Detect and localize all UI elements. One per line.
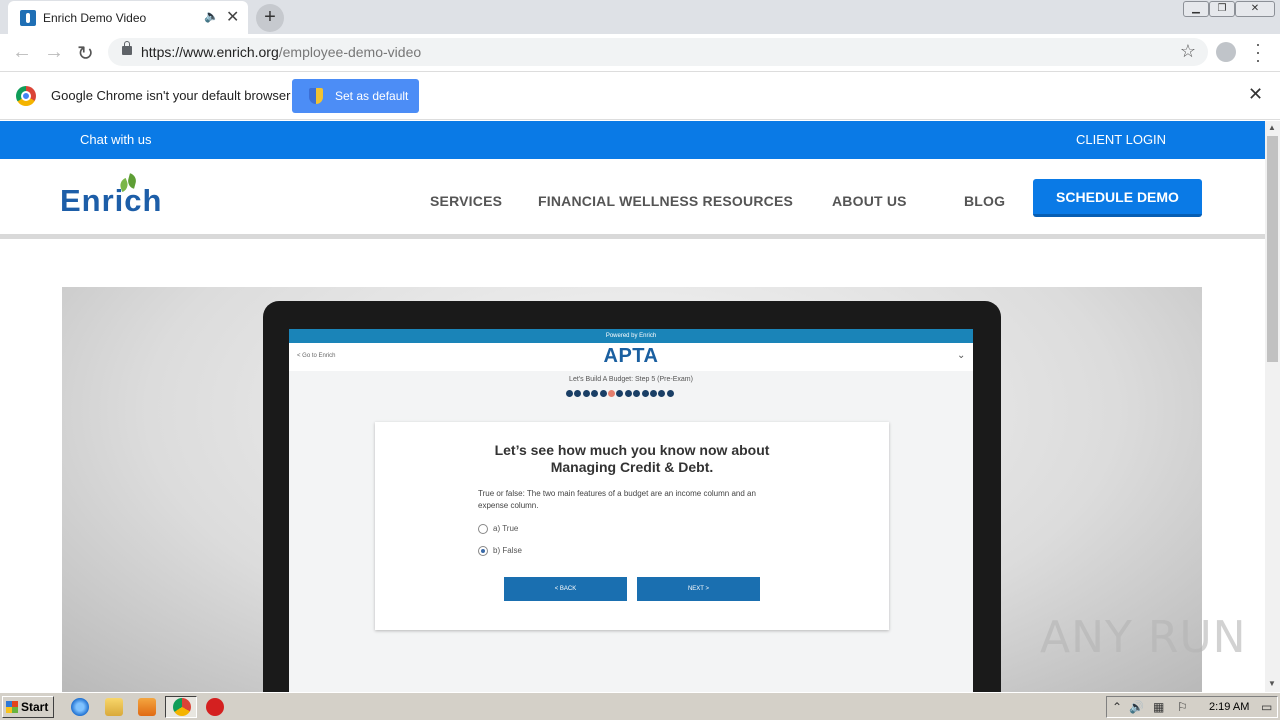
back-arrow-icon[interactable]: ← xyxy=(12,41,32,64)
progress-dot-active xyxy=(607,390,615,397)
chat-link[interactable]: Chat with us xyxy=(80,132,152,147)
action-center-flag-icon[interactable]: ⚐ xyxy=(1177,700,1188,714)
nav-blog[interactable]: BLOG xyxy=(964,193,1005,209)
windows-taskbar: Start ⌃ 🔊 ▦ ⚐ 2:19 AM ▭ xyxy=(0,692,1280,720)
shield-icon xyxy=(309,88,323,104)
step-label: Let's Build A Budget: Step 5 (Pre-Exam) xyxy=(569,376,693,383)
opera-stop-icon[interactable] xyxy=(206,698,224,716)
media-player-icon[interactable] xyxy=(138,698,156,716)
nav-about-us[interactable]: ABOUT US xyxy=(832,193,907,209)
internet-explorer-icon[interactable] xyxy=(71,698,89,716)
quiz-heading: Let’s see how much you know now about Man… xyxy=(375,442,889,476)
chrome-logo-icon xyxy=(16,86,36,106)
infobar-close-icon[interactable]: ✕ xyxy=(1248,84,1263,105)
scroll-down-icon[interactable]: ▼ xyxy=(1268,679,1276,688)
show-desktop-icon[interactable]: ▭ xyxy=(1261,700,1272,714)
bookmark-star-icon[interactable]: ☆ xyxy=(1180,41,1196,62)
demo-video[interactable]: Powered by Enrich < Go to Enrich APTA ⌄ … xyxy=(62,287,1202,692)
option-true: a) True xyxy=(478,524,518,534)
profile-avatar-icon[interactable] xyxy=(1216,42,1236,62)
quiz-card: Let’s see how much you know now about Man… xyxy=(375,422,889,630)
progress-dot xyxy=(666,390,674,397)
schedule-demo-button[interactable]: SCHEDULE DEMO xyxy=(1033,179,1202,217)
progress-dot xyxy=(574,390,582,397)
nav-financial-wellness-resources[interactable]: FINANCIAL WELLNESS RESOURCES xyxy=(538,193,793,209)
taskbar-chrome-button[interactable] xyxy=(165,696,197,718)
clock-time[interactable]: 2:19 AM xyxy=(1209,701,1249,713)
windows-flag-icon xyxy=(6,701,18,713)
menu-dots-icon[interactable]: · · · xyxy=(1254,35,1262,69)
speaker-icon[interactable]: 🔈 xyxy=(204,9,219,23)
url-text[interactable]: https://www.enrich.org/employee-demo-vid… xyxy=(141,44,421,60)
file-explorer-icon[interactable] xyxy=(105,698,123,716)
address-bar[interactable]: https://www.enrich.org/employee-demo-vid… xyxy=(108,38,1208,66)
scroll-up-icon[interactable]: ▲ xyxy=(1268,123,1276,132)
site-header: Enrich SERVICES FINANCIAL WELLNESS RESOU… xyxy=(0,159,1265,239)
start-button[interactable]: Start xyxy=(2,696,54,718)
laptop-screen: Powered by Enrich < Go to Enrich APTA ⌄ … xyxy=(289,329,973,692)
browser-tab[interactable]: Enrich Demo Video 🔈 ✕ xyxy=(8,1,248,34)
laptop-frame: Powered by Enrich < Go to Enrich APTA ⌄ … xyxy=(263,301,1001,692)
default-browser-infobar: Google Chrome isn't your default browser… xyxy=(0,72,1280,120)
chrome-icon xyxy=(173,698,191,716)
tab-title: Enrich Demo Video xyxy=(43,11,147,25)
option-true-label: a) True xyxy=(493,524,519,534)
browser-toolbar: ← → ↻ https://www.enrich.org/employee-de… xyxy=(0,34,1280,72)
set-default-label: Set as default xyxy=(335,89,409,103)
enrich-favicon-icon xyxy=(20,10,36,26)
progress-dot xyxy=(566,390,573,397)
apta-logo: APTA xyxy=(603,345,659,367)
progress-dot xyxy=(624,390,632,397)
option-false-label: b) False xyxy=(493,546,522,556)
system-tray: ⌃ 🔊 ▦ ⚐ 2:19 AM ▭ xyxy=(1106,696,1278,718)
window-close-button[interactable]: ✕ xyxy=(1235,1,1275,17)
app-header: < Go to Enrich APTA ⌄ xyxy=(289,343,973,371)
progress-dot xyxy=(599,390,607,397)
start-label: Start xyxy=(21,700,49,714)
minimize-button[interactable]: ▁ xyxy=(1183,1,1209,17)
quiz-back-button: < BACK xyxy=(504,577,627,601)
volume-icon[interactable]: 🔊 xyxy=(1129,700,1144,714)
progress-dot xyxy=(591,390,599,397)
anyrun-watermark: ANY RUN xyxy=(1040,612,1247,663)
page-scrollbar[interactable]: ▲ ▼ xyxy=(1265,121,1280,692)
progress-dot xyxy=(582,390,590,397)
enrich-logo[interactable]: Enrich xyxy=(60,183,162,219)
web-page: Chat with us CLIENT LOGIN Enrich SERVICE… xyxy=(0,121,1265,692)
infobar-message: Google Chrome isn't your default browser xyxy=(51,88,291,103)
radio-icon xyxy=(478,524,488,534)
scrollbar-thumb[interactable] xyxy=(1267,136,1278,362)
url-path: /employee-demo-video xyxy=(278,44,422,60)
forward-arrow-icon[interactable]: → xyxy=(44,41,64,64)
network-icon[interactable]: ▦ xyxy=(1153,700,1164,714)
tray-expand-icon[interactable]: ⌃ xyxy=(1112,700,1122,714)
progress-dot xyxy=(649,390,657,397)
quiz-heading-line2: Managing Credit & Debt. xyxy=(550,459,714,475)
progress-dot xyxy=(641,390,649,397)
progress-dot xyxy=(658,390,666,397)
quiz-question: True or false: The two main features of … xyxy=(478,489,756,510)
progress-dot xyxy=(616,390,624,397)
powered-by-bar: Powered by Enrich xyxy=(289,329,973,343)
top-bar: Chat with us CLIENT LOGIN xyxy=(0,121,1265,159)
option-false: b) False xyxy=(478,546,522,556)
progress-dot xyxy=(633,390,641,397)
chevron-down-icon: ⌄ xyxy=(957,350,966,361)
radio-selected-icon xyxy=(478,546,488,556)
tab-close-icon[interactable]: ✕ xyxy=(226,7,239,27)
nav-services[interactable]: SERVICES xyxy=(430,193,502,209)
tab-strip: Enrich Demo Video 🔈 ✕ + ▁ ❐ ✕ xyxy=(0,0,1280,34)
url-host: https://www.enrich.org xyxy=(141,44,279,60)
reload-icon[interactable]: ↻ xyxy=(77,41,94,66)
progress-dots xyxy=(566,390,675,399)
set-default-button[interactable]: Set as default xyxy=(292,79,419,113)
restore-button[interactable]: ❐ xyxy=(1209,1,1235,17)
client-login-link[interactable]: CLIENT LOGIN xyxy=(1076,132,1166,147)
new-tab-button[interactable]: + xyxy=(256,4,284,32)
lock-icon xyxy=(122,41,132,55)
quiz-next-button: NEXT > xyxy=(637,577,760,601)
quiz-heading-line1: Let’s see how much you know now about xyxy=(494,442,770,458)
